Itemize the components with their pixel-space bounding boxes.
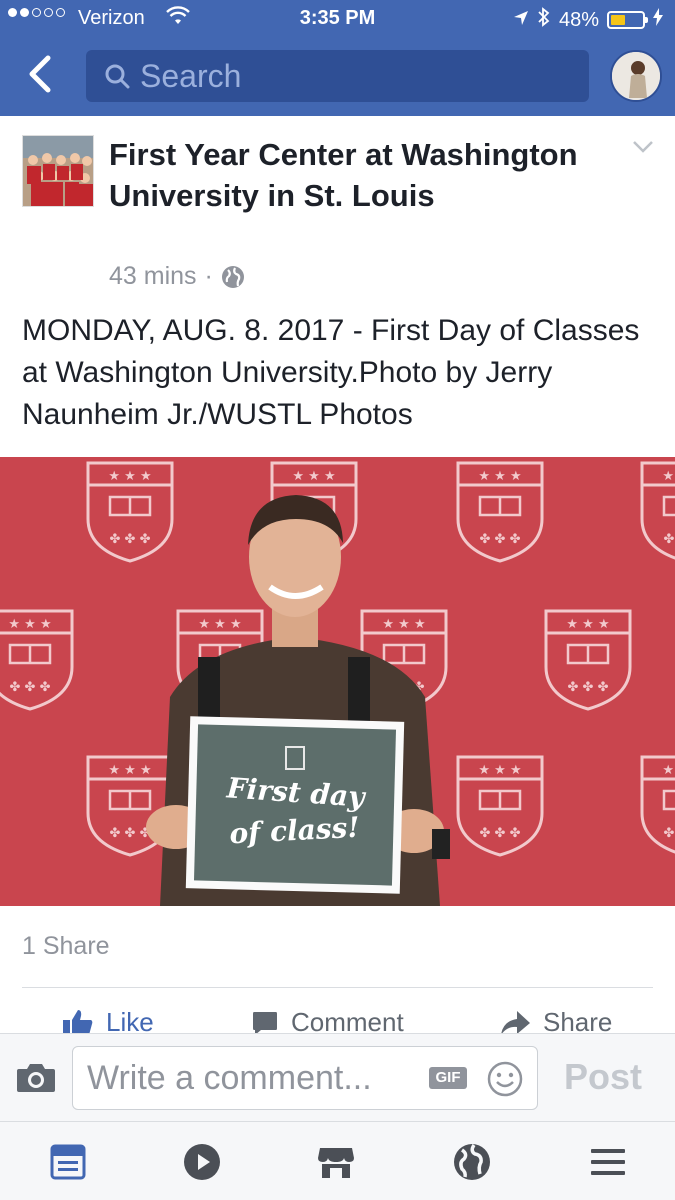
share-label: Share bbox=[543, 1007, 613, 1033]
battery-percent: 48% bbox=[558, 8, 599, 31]
meta-separator: · bbox=[204, 262, 213, 290]
comment-icon bbox=[253, 1011, 277, 1033]
tab-notifications[interactable] bbox=[452, 1142, 492, 1182]
post-options-button[interactable] bbox=[632, 140, 654, 159]
tab-marketplace[interactable] bbox=[316, 1142, 356, 1182]
tab-news-feed[interactable] bbox=[48, 1142, 88, 1182]
sign-text-line2: of class! bbox=[229, 811, 361, 851]
like-button[interactable]: Like bbox=[62, 1007, 154, 1033]
gif-button[interactable]: GIF bbox=[429, 1067, 467, 1089]
tab-menu[interactable] bbox=[588, 1142, 628, 1182]
comment-label: Comment bbox=[291, 1007, 404, 1033]
smile-icon bbox=[487, 1061, 523, 1097]
back-button[interactable] bbox=[22, 52, 62, 96]
search-input[interactable] bbox=[140, 57, 570, 95]
share-icon bbox=[501, 1010, 530, 1033]
comment-input[interactable] bbox=[87, 1058, 427, 1098]
page-name[interactable]: First Year Center at Washington Universi… bbox=[109, 134, 579, 216]
video-icon bbox=[184, 1144, 220, 1180]
camera-icon bbox=[17, 1064, 55, 1092]
back-icon bbox=[29, 55, 51, 93]
notifications-globe-icon bbox=[454, 1144, 490, 1180]
marketplace-icon bbox=[318, 1148, 354, 1178]
top-header: Verizon 3:35 PM 48% bbox=[0, 0, 675, 116]
comment-composer: GIF Post bbox=[0, 1033, 675, 1121]
news-feed-icon bbox=[50, 1144, 86, 1180]
post-timestamp[interactable]: 43 mins bbox=[109, 262, 197, 291]
profile-avatar[interactable] bbox=[610, 50, 662, 102]
like-label: Like bbox=[106, 1007, 154, 1033]
camera-button[interactable] bbox=[16, 1062, 56, 1099]
comment-button[interactable]: Comment bbox=[251, 1007, 404, 1033]
emoji-button[interactable] bbox=[487, 1061, 523, 1102]
post-comment-button[interactable]: Post bbox=[564, 1056, 642, 1098]
tab-video[interactable] bbox=[182, 1142, 222, 1182]
divider bbox=[22, 987, 653, 988]
comment-field[interactable]: GIF bbox=[72, 1046, 538, 1110]
post-photo[interactable]: ★ ★ ★ ✤ ✤ ✤ First day o bbox=[0, 457, 675, 906]
post-meta: 43 mins · bbox=[109, 262, 245, 291]
battery-icon bbox=[607, 11, 648, 29]
share-button[interactable]: Share bbox=[499, 1007, 612, 1033]
chevron-down-icon bbox=[633, 141, 653, 153]
like-icon bbox=[63, 1009, 93, 1033]
share-count[interactable]: 1 Share bbox=[22, 932, 110, 961]
charging-bolt-icon bbox=[653, 8, 663, 32]
search-icon bbox=[105, 64, 130, 89]
menu-icon bbox=[591, 1149, 625, 1175]
bluetooth-icon bbox=[537, 7, 551, 33]
status-bar: Verizon 3:35 PM 48% bbox=[0, 0, 675, 38]
post-actions: Like Comment Share bbox=[0, 1003, 675, 1033]
bottom-tab-bar bbox=[0, 1121, 675, 1200]
search-bar[interactable] bbox=[86, 50, 589, 102]
globe-icon bbox=[221, 265, 244, 288]
page-avatar[interactable] bbox=[22, 135, 94, 207]
post-text: MONDAY, AUG. 8. 2017 - First Day of Clas… bbox=[22, 314, 640, 431]
location-arrow-icon bbox=[513, 9, 529, 32]
